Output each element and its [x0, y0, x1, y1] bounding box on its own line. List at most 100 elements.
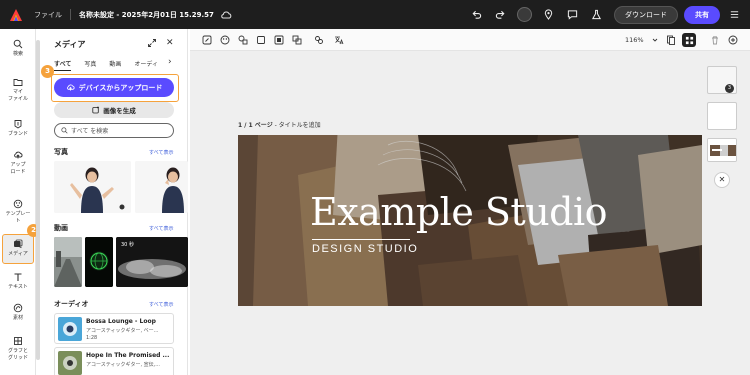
- comment-icon[interactable]: [564, 7, 580, 23]
- pages-icon[interactable]: [666, 35, 676, 45]
- close-icon[interactable]: ✕: [166, 38, 176, 48]
- page-count-badge: 3: [725, 84, 734, 93]
- audio-title: Bossa Lounge - Loop: [86, 318, 156, 325]
- panel-scrollbar[interactable]: [36, 40, 40, 360]
- upload-from-device-button[interactable]: デバイスからアップロード: [54, 78, 174, 97]
- rail-item-upload[interactable]: アップ ロード: [0, 150, 36, 176]
- woman-photo: [135, 161, 188, 213]
- woman-photo: [54, 161, 131, 213]
- video-duration: 30 秒: [121, 242, 134, 248]
- download-button[interactable]: ダウンロード: [614, 5, 678, 24]
- media-icon: [14, 239, 23, 249]
- step-badge-upload: 3: [41, 65, 54, 78]
- videos-see-all-link[interactable]: すべて表示: [149, 225, 173, 232]
- search-placeholder: すべて を検索: [71, 128, 109, 135]
- media-tabs: すべて 写真 動画 オーディ: [54, 59, 184, 71]
- photos-see-all-link[interactable]: すべて表示: [149, 149, 173, 156]
- audio-artwork: [58, 317, 82, 341]
- rail-item-grids[interactable]: グラフと グリッド: [0, 336, 36, 362]
- brand-icon: [14, 120, 22, 129]
- tab-audio[interactable]: オーディ: [134, 59, 158, 71]
- add-title-link: - タイトルを追加: [272, 122, 321, 129]
- frame-icon[interactable]: [256, 35, 266, 45]
- text-icon: [14, 273, 22, 281]
- trash-icon[interactable]: [710, 35, 720, 45]
- file-menu[interactable]: ファイル: [34, 10, 62, 20]
- rail-label: マイ ファイル: [7, 89, 28, 102]
- video-thumbnail[interactable]: [85, 237, 113, 287]
- rail-label: ブランド: [7, 131, 28, 137]
- shapes-icon[interactable]: [238, 35, 248, 45]
- globe-video: [85, 237, 113, 287]
- slide-subtitle[interactable]: DESIGN STUDIO: [312, 243, 418, 255]
- page-thumbnail[interactable]: [707, 102, 737, 130]
- audio-item[interactable]: Hope In The Promised ... アコースティックギター, 宣伝…: [54, 347, 174, 375]
- photo-thumbnail[interactable]: [54, 161, 131, 213]
- flask-icon[interactable]: [588, 7, 604, 23]
- media-panel: メディア ✕ すべて 写真 動画 オーディ › デバイスからアップロード 画像を…: [44, 29, 188, 375]
- photos-section-title: 写真: [54, 148, 68, 156]
- page-thumbnail-active[interactable]: [707, 138, 737, 162]
- top-bar-actions: ダウンロード 共有: [460, 0, 742, 29]
- rail-item-text[interactable]: テキスト: [0, 272, 36, 291]
- page-label[interactable]: 1 / 1 ページ - タイトルを追加: [238, 120, 321, 129]
- grid-icon: [14, 337, 22, 345]
- undo-icon[interactable]: [468, 7, 484, 23]
- street-video: [54, 237, 82, 287]
- rail-item-media[interactable]: メディア: [2, 234, 34, 264]
- resize-icon[interactable]: [202, 35, 212, 45]
- animate-icon[interactable]: [292, 35, 302, 45]
- design-slide[interactable]: Example Studio DESIGN STUDIO: [238, 135, 702, 306]
- add-page-icon[interactable]: [728, 35, 738, 45]
- location-pin-icon[interactable]: [540, 7, 556, 23]
- title-underline: [312, 239, 410, 240]
- top-bar: ファイル 名称未設定 - 2025年2月01日 15.29.57 ダウンロード …: [0, 0, 750, 29]
- upload-label: デバイスからアップロード: [78, 83, 163, 92]
- chevron-right-icon[interactable]: ›: [168, 57, 172, 67]
- audio-tags: アコースティックギター, ベー...: [86, 328, 159, 334]
- zoom-level[interactable]: 116%: [625, 36, 644, 44]
- tab-all[interactable]: すべて: [54, 59, 72, 71]
- rail-label: 検索: [12, 51, 23, 57]
- cloud-upload-icon: [66, 84, 75, 91]
- chevron-down-icon[interactable]: [650, 35, 660, 45]
- elements-icon: [13, 303, 23, 313]
- grid-view-icon[interactable]: [682, 33, 696, 47]
- menu-icon[interactable]: [726, 7, 742, 23]
- audio-title: Hope In The Promised ...: [86, 352, 170, 359]
- invite-user-icon[interactable]: [516, 7, 532, 23]
- videos-section-title: 動画: [54, 224, 68, 232]
- color-palette-icon[interactable]: [220, 35, 230, 45]
- rail-item-brand[interactable]: ブランド: [0, 119, 36, 138]
- video-thumbnail[interactable]: 30 秒: [116, 237, 188, 287]
- translate-icon[interactable]: [334, 35, 344, 45]
- tab-photos[interactable]: 写真: [84, 59, 96, 71]
- video-thumbnail[interactable]: [54, 237, 82, 287]
- close-icon[interactable]: ✕: [714, 172, 730, 188]
- search-icon: [61, 127, 68, 134]
- cloud-upload-icon: [14, 151, 23, 159]
- tab-videos[interactable]: 動画: [109, 59, 121, 71]
- rail-item-templates[interactable]: テンプレー ト: [0, 199, 36, 225]
- media-search-input[interactable]: すべて を検索: [54, 123, 174, 138]
- rail-item-search[interactable]: 検索: [0, 39, 36, 58]
- link-icon[interactable]: [314, 35, 324, 45]
- left-rail: 検索 マイ ファイル ブランド アップ ロード テンプレー ト メディア テキス…: [0, 29, 36, 375]
- expand-icon[interactable]: [147, 38, 157, 48]
- layout-icon[interactable]: [274, 35, 284, 45]
- adobe-express-logo[interactable]: [10, 8, 22, 21]
- page-number: 1 / 1 ページ: [238, 122, 273, 129]
- rail-label: グラフと グリッド: [7, 348, 28, 361]
- generate-image-button[interactable]: 画像を生成: [54, 102, 174, 118]
- share-button[interactable]: 共有: [684, 5, 720, 24]
- rail-label: テキスト: [8, 284, 28, 290]
- slide-title[interactable]: Example Studio: [310, 190, 608, 234]
- panel-title: メディア: [54, 40, 86, 49]
- audio-item[interactable]: Bossa Lounge - Loop アコースティックギター, ベー... 1…: [54, 313, 174, 344]
- audio-see-all-link[interactable]: すべて表示: [149, 301, 173, 308]
- document-title[interactable]: 名称未設定 - 2025年2月01日 15.29.57: [79, 10, 214, 20]
- redo-icon[interactable]: [492, 7, 508, 23]
- rail-item-my-files[interactable]: マイ ファイル: [0, 77, 36, 103]
- rail-item-elements[interactable]: 素材: [0, 303, 36, 322]
- photo-thumbnail[interactable]: [135, 161, 188, 213]
